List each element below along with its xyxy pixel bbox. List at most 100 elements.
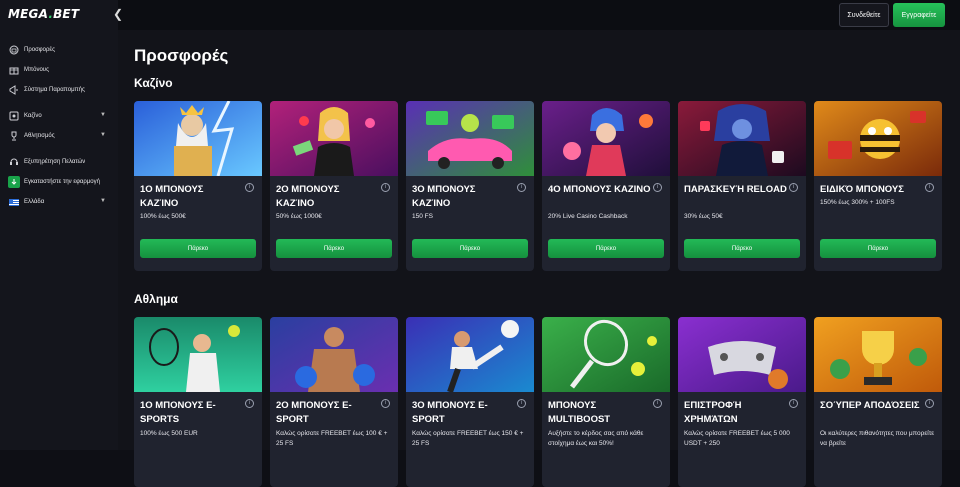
info-icon[interactable]: i [925, 183, 934, 192]
info-icon[interactable]: i [789, 183, 798, 192]
sidebar-item-bonus[interactable]: Μπόνους [0, 60, 118, 80]
promo-card: ΕΙΔΙΚΌ ΜΠΟΝΟΥΣ i 150% έως 300% + 100FS Π… [814, 101, 942, 271]
info-icon[interactable]: i [517, 183, 526, 192]
section-title-sport: Αθλημα [134, 292, 178, 306]
gift-circle-icon [8, 44, 20, 56]
headset-icon [8, 156, 20, 168]
info-icon[interactable]: i [517, 399, 526, 408]
promo-title: 2Ο ΜΠΟΝΟΥΣ E-SPORT [276, 400, 352, 425]
promo-card: 1Ο ΜΠΟΝΟΥΣ E-SPORTS i 100% έως 500 EUR [134, 317, 262, 487]
chevron-left-icon[interactable]: ❮ [112, 6, 124, 22]
sidebar-item-referral[interactable]: Σύστημα Παραπομπής [0, 80, 118, 100]
promo-image [406, 317, 534, 392]
promo-card: 2Ο ΜΠΟΝΟΥΣ E-SPORT i Καλώς ορίσατε FREEB… [270, 317, 398, 487]
greece-flag-icon [8, 196, 20, 208]
promo-card: ΜΠΟΝΟΥΣ MULTIBOOST i Αυξήστε το κέρδος σ… [542, 317, 670, 487]
promo-card: 3Ο ΜΠΟΝΟΥΣ E-SPORT i Καλώς ορίσατε FREEB… [406, 317, 534, 487]
promo-title: ΠΑΡΑΣΚΕΥΉ RELOAD [684, 184, 787, 195]
page-title: Προσφορές [134, 46, 229, 65]
sidebar-item-label: Ελλάδα [24, 199, 45, 205]
promo-title: 1Ο ΜΠΟΝΟΥΣ E-SPORTS [140, 400, 216, 425]
promo-image [270, 101, 398, 176]
promo-card: 4Ο ΜΠΟΝΟΥΣ ΚΑΖΙΝΟ i 20% Live Casino Cash… [542, 101, 670, 271]
megaphone-icon [8, 84, 20, 96]
info-icon[interactable]: i [653, 399, 662, 408]
promo-description: 150 FS [412, 213, 433, 220]
promo-card: ΕΠΙΣΤΡΟΦΉ ΧΡΗΜΆΤΩΝ i Καλώς ορίσατε FREEB… [678, 317, 806, 487]
promo-image [134, 101, 262, 176]
promo-description: Καλώς ορίσατε FREEBET έως 150 € + 25 FS [412, 430, 524, 447]
sidebar-item-label: Αθλητισμός [24, 133, 55, 139]
info-icon[interactable]: i [653, 183, 662, 192]
promo-image [542, 101, 670, 176]
promo-image [678, 317, 806, 392]
promo-image [406, 101, 534, 176]
sidebar-item-promotions[interactable]: Προσφορές [0, 40, 118, 60]
promo-title: 2Ο ΜΠΟΝΟΥΣ ΚΑΖΊΝΟ [276, 184, 340, 209]
promo-title: ΣΟΎΠΕΡ ΑΠΟΔΌΣΕΙΣ [820, 400, 920, 411]
claim-button[interactable]: Πάρεκο [684, 239, 800, 258]
promo-title: ΕΠΙΣΤΡΟΦΉ ΧΡΗΜΆΤΩΝ [684, 400, 742, 425]
promo-image [542, 317, 670, 392]
promo-title: 3Ο ΜΠΟΝΟΥΣ ΚΑΖΊΝΟ [412, 184, 476, 209]
promo-title: 1Ο ΜΠΟΝΟΥΣ ΚΑΖΊΝΟ [140, 184, 204, 209]
promo-card: 3Ο ΜΠΟΝΟΥΣ ΚΑΖΊΝΟ i 150 FS Πάρεκο [406, 101, 534, 271]
claim-button[interactable]: Πάρεκο [412, 239, 528, 258]
info-icon[interactable]: i [245, 183, 254, 192]
gift-icon [8, 64, 20, 76]
promo-description: 100% έως 500€ [140, 213, 186, 220]
sidebar-item-sports[interactable]: Αθλητισμός ▼ [0, 126, 118, 146]
sidebar-item-language[interactable]: Ελλάδα ▼ [0, 192, 118, 212]
promo-title: 3Ο ΜΠΟΝΟΥΣ E-SPORT [412, 400, 488, 425]
promo-title: ΕΙΔΙΚΌ ΜΠΟΝΟΥΣ [820, 184, 904, 195]
info-icon[interactable]: i [789, 399, 798, 408]
sidebar-item-install-app[interactable]: Εγκαταστήστε την εφαρμογή [0, 172, 118, 192]
promo-description: 30% έως 50€ [684, 213, 723, 220]
promo-description: Αυξήστε το κέρδος σας από κάθε στοίχημα … [548, 430, 644, 447]
claim-button[interactable]: Πάρεκο [276, 239, 392, 258]
promo-description: Οι καλύτερες πιθανότητες που μπορείτε να… [820, 430, 935, 447]
casino-chip-icon [8, 110, 20, 122]
promo-card: ΣΟΎΠΕΡ ΑΠΟΔΌΣΕΙΣ i Οι καλύτερες πιθανότη… [814, 317, 942, 487]
promo-title: 4Ο ΜΠΟΝΟΥΣ ΚΑΖΙΝΟ [548, 184, 651, 195]
sidebar-item-casino[interactable]: Καζίνο ▼ [0, 106, 118, 126]
chevron-down-icon: ▼ [100, 198, 106, 204]
chevron-down-icon: ▼ [100, 112, 106, 118]
trophy-icon [8, 130, 20, 142]
sidebar-item-support[interactable]: Εξυπηρέτηση Πελατών [0, 152, 118, 172]
top-bar [118, 0, 960, 30]
info-icon[interactable]: i [925, 399, 934, 408]
sidebar-item-label: Μπόνους [24, 67, 49, 73]
promo-description: Καλώς ορίσατε FREEBET έως 5 000 USDT + 2… [684, 430, 790, 447]
promo-description: 50% έως 1000€ [276, 213, 322, 220]
promo-description: 100% έως 500 EUR [140, 430, 198, 437]
brand-logo[interactable]: MEGA.BET [8, 7, 79, 21]
sidebar-nav: Προσφορές Μπόνους Σύστημα Παραπομπής Καζ… [0, 40, 118, 212]
promo-description: 20% Live Casino Cashback [548, 213, 628, 220]
sidebar: MEGA.BET Προσφορές Μπόνους Σύστημα Παραπ… [0, 0, 118, 450]
info-icon[interactable]: i [381, 399, 390, 408]
promo-image [270, 317, 398, 392]
login-button[interactable]: Συνδεθείτε [839, 3, 889, 27]
info-icon[interactable]: i [245, 399, 254, 408]
sidebar-item-label: Εξυπηρέτηση Πελατών [24, 159, 86, 165]
promo-description: 150% έως 300% + 100FS [820, 199, 895, 206]
info-icon[interactable]: i [381, 183, 390, 192]
claim-button[interactable]: Πάρεκο [820, 239, 936, 258]
promo-image [678, 101, 806, 176]
promo-card: 1Ο ΜΠΟΝΟΥΣ ΚΑΖΊΝΟ i 100% έως 500€ Πάρεκο [134, 101, 262, 271]
promo-image [134, 317, 262, 392]
sidebar-item-label: Εγκαταστήστε την εφαρμογή [24, 179, 100, 185]
register-button[interactable]: Εγγραφείτε [893, 3, 945, 27]
promo-card: ΠΑΡΑΣΚΕΥΉ RELOAD i 30% έως 50€ Πάρεκο [678, 101, 806, 271]
promo-description: Καλώς ορίσατε FREEBET έως 100 € + 25 FS [276, 430, 388, 447]
promo-image [814, 101, 942, 176]
chevron-down-icon: ▼ [100, 132, 106, 138]
section-title-casino: Καζίνο [134, 76, 173, 90]
claim-button[interactable]: Πάρεκο [548, 239, 664, 258]
promo-image [814, 317, 942, 392]
claim-button[interactable]: Πάρεκο [140, 239, 256, 258]
promo-card: 2Ο ΜΠΟΝΟΥΣ ΚΑΖΊΝΟ i 50% έως 1000€ Πάρεκο [270, 101, 398, 271]
sidebar-item-label: Σύστημα Παραπομπής [24, 87, 85, 93]
sidebar-item-label: Καζίνο [24, 113, 42, 119]
